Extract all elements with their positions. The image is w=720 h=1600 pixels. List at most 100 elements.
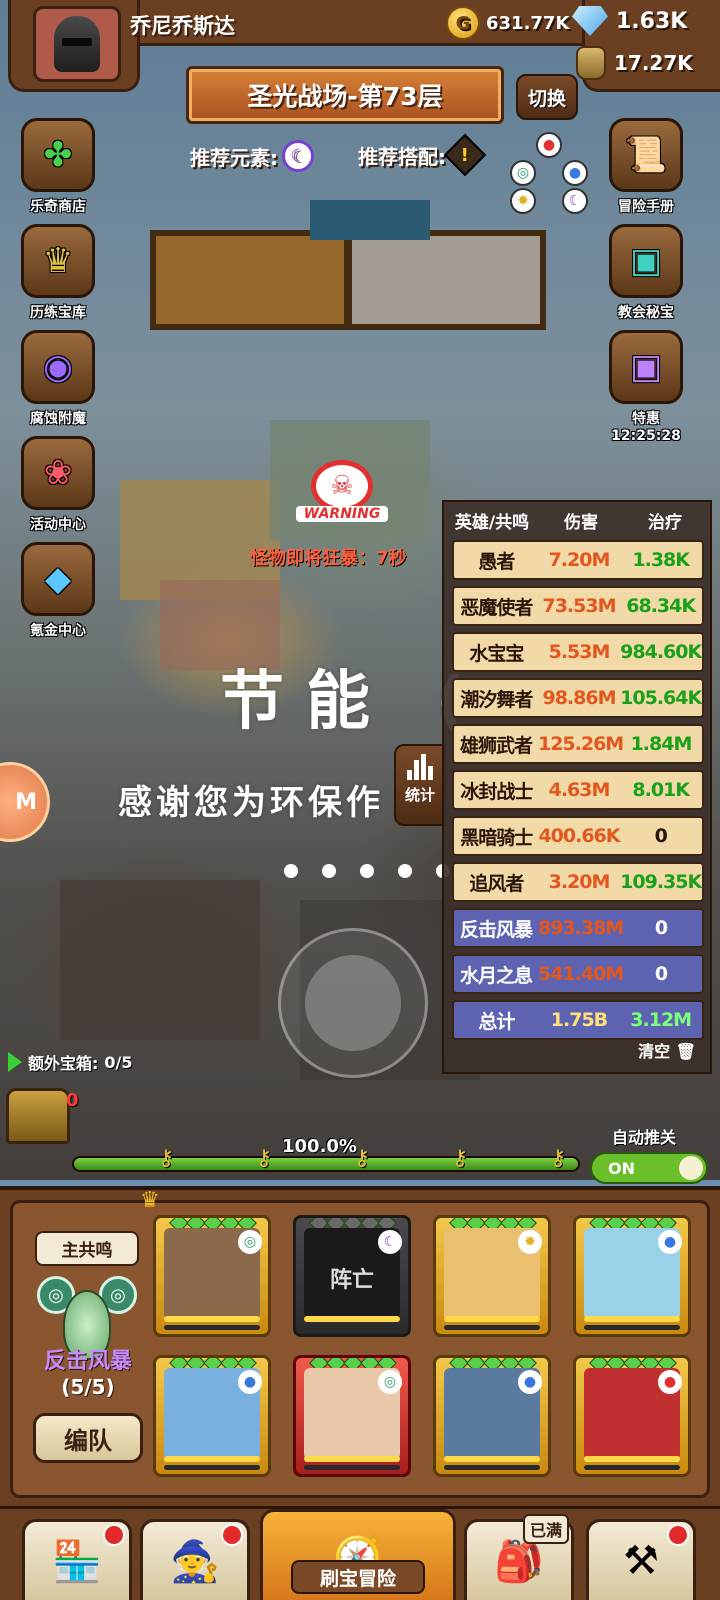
menu-church-treasure[interactable]: ▣ 教会秘宝: [604, 224, 688, 322]
gem-display[interactable]: 1.63K: [572, 6, 687, 36]
stats-damage: 893.38M: [537, 917, 624, 939]
stats-heal: 1.84M: [630, 733, 693, 755]
element-cycle[interactable]: ● ◎ ● ✸ ☾: [510, 132, 588, 216]
menu-training-vault[interactable]: ♛ 历练宝库: [16, 224, 100, 322]
stats-heal: 0: [654, 963, 668, 985]
header-damage: 伤害: [564, 512, 598, 533]
hero-card[interactable]: ●: [153, 1355, 271, 1477]
menu-lucky-shop[interactable]: ✤ 乐奇商店: [16, 118, 100, 216]
menu-event-center[interactable]: ❀ 活动中心: [16, 436, 100, 534]
stats-damage: 541.40M: [537, 963, 624, 985]
menu-label: 特惠: [632, 411, 660, 427]
mp-bar: [164, 1325, 260, 1330]
stats-row: 雄狮武者 125.26M 1.84M: [452, 724, 704, 764]
main-resonance-label: 主共鸣: [35, 1231, 139, 1266]
hero-card[interactable]: ●: [433, 1355, 551, 1477]
stats-heal: 984.60K: [620, 641, 702, 663]
water-icon: ●: [562, 160, 588, 186]
menu-purchase-center[interactable]: ◆ 氪金中心: [16, 542, 100, 640]
notification-badge: [667, 1524, 689, 1546]
menu-adventure-handbook[interactable]: 📜 冒险手册: [604, 118, 688, 216]
stats-damage: 4.63M: [548, 779, 611, 801]
exclamation-icon[interactable]: !: [443, 133, 487, 177]
avatar[interactable]: [33, 6, 121, 82]
stats-row: 追风者 3.20M 109.35K: [452, 862, 704, 902]
treasure-chest-icon[interactable]: [6, 1088, 70, 1144]
demon-skull-icon: ☠: [311, 460, 373, 512]
recommend-combo-label: 推荐搭配:: [358, 144, 446, 169]
loading-dots: [284, 864, 450, 878]
mp-bar: [584, 1465, 680, 1470]
coin-icon: G: [446, 6, 480, 40]
wind-icon: ◎: [378, 1370, 402, 1394]
hero-card[interactable]: ✸: [433, 1215, 551, 1337]
stats-button-label: 统计: [404, 786, 435, 804]
light-icon: ✸: [510, 188, 536, 214]
adventure-label: 刷宝冒险: [291, 1560, 425, 1594]
auto-advance-toggle[interactable]: ON: [590, 1152, 708, 1184]
stats-row: 潮汐舞者 98.86M 105.64K: [452, 678, 704, 718]
backpack-icon: 🎒: [494, 1538, 544, 1585]
stats-row: 总计 1.75B 3.12M: [452, 1000, 704, 1040]
key-icon: ⚷: [158, 1146, 175, 1171]
stats-row: 水月之息 541.40M 0: [452, 954, 704, 994]
jar-icon: [576, 46, 606, 80]
menu-label: 腐蚀附魔: [30, 411, 86, 427]
stats-row: 愚者 7.20M 1.38K: [452, 540, 704, 580]
menu-corrosion-enchant[interactable]: ◉ 腐蚀附魔: [16, 330, 100, 428]
nav-heroes[interactable]: 🧙: [140, 1519, 250, 1600]
water-icon: ●: [238, 1370, 262, 1394]
stage-banner: 圣光战场-第73层: [186, 66, 504, 124]
gold-value: 631.77K: [486, 12, 570, 34]
nav-adventure[interactable]: 🧭 刷宝冒险: [260, 1509, 456, 1600]
nav-forge[interactable]: ⚒: [586, 1519, 696, 1600]
notification-badge: [103, 1524, 125, 1546]
boss-warning: ☠ WARNING: [296, 460, 388, 522]
hero-card[interactable]: ●: [573, 1215, 691, 1337]
jar-display[interactable]: 17.27K: [576, 46, 693, 80]
stats-heal: 0: [654, 825, 668, 847]
gold-display[interactable]: G 631.77K: [446, 6, 569, 40]
bottom-nav: 🏪 🧙 🧭 刷宝冒险 🎒 已满 ⚒: [0, 1506, 720, 1600]
nav-shop[interactable]: 🏪: [22, 1519, 132, 1600]
wind-icon: ◎: [510, 160, 536, 186]
resonance-count: (5/5): [61, 1375, 115, 1399]
stats-heal: 1.38K: [632, 549, 690, 571]
fire-icon: ●: [536, 132, 562, 158]
avatar-frame: [8, 0, 140, 92]
stats-toggle-button[interactable]: 统计: [394, 744, 446, 826]
jar-value: 17.27K: [614, 51, 693, 75]
crown-icon: ♛: [140, 1188, 160, 1213]
progress-percent: 100.0%: [282, 1136, 357, 1157]
dead-label: 阵亡: [329, 1268, 374, 1293]
hero-card[interactable]: ◎: [153, 1215, 271, 1337]
stats-hero-name: 黑暗骑士: [460, 826, 533, 849]
header-heal: 治疗: [648, 512, 682, 533]
stats-damage: 400.66K: [538, 825, 620, 847]
nav-bag[interactable]: 🎒 已满: [464, 1514, 574, 1600]
moon-icon: ☾: [562, 188, 588, 214]
stats-hero-name: 反击风暴: [459, 918, 533, 941]
hero-card[interactable]: ●: [573, 1355, 691, 1477]
clear-stats-button[interactable]: 清空 🗑: [638, 1038, 696, 1062]
key-icon: ⚷: [452, 1146, 469, 1171]
formation-button[interactable]: 编队: [33, 1413, 143, 1463]
stats-header: 英雄/共鸣 伤害 治疗: [444, 502, 710, 538]
menu-label: 冒险手册: [618, 199, 674, 215]
rage-countdown: 怪物即将狂暴：7秒: [250, 548, 407, 569]
stats-row: 冰封战士 4.63M 8.01K: [452, 770, 704, 810]
stats-hero-name: 水月之息: [459, 964, 533, 987]
stats-row: 反击风暴 893.38M 0: [452, 908, 704, 948]
switch-stage-button[interactable]: 切换: [516, 74, 578, 120]
stats-hero-name: 追风者: [469, 872, 524, 895]
key-icon: ⚷: [550, 1146, 567, 1171]
menu-special-offer[interactable]: ▣ 特惠 12:25:28: [604, 330, 688, 444]
stats-hero-name: 潮汐舞者: [460, 688, 533, 711]
virtual-joystick[interactable]: [278, 928, 428, 1078]
gem-value: 1.63K: [616, 8, 688, 34]
stats-damage: 5.53M: [548, 641, 611, 663]
hero-card[interactable]: ◎: [293, 1355, 411, 1477]
hero-card[interactable]: ☾ 阵亡: [293, 1215, 411, 1337]
stats-damage: 73.53M: [542, 595, 616, 617]
stats-heal: 105.64K: [620, 687, 702, 709]
